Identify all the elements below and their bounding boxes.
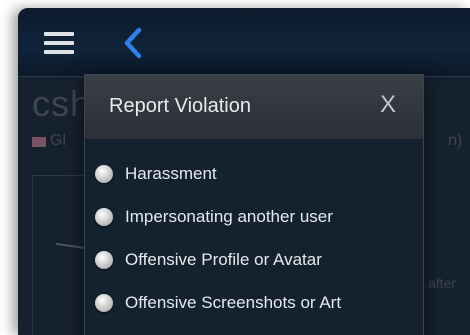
option-offensive-screenshots[interactable]: Offensive Screenshots or Art (95, 288, 405, 318)
flag-icon (32, 137, 46, 147)
chevron-left-icon[interactable] (122, 26, 144, 60)
option-label: Impersonating another user (125, 207, 333, 226)
profile-text: after (428, 275, 457, 291)
option-label: Offensive Profile or Avatar (125, 250, 322, 269)
dialog-header: Report Violation X (85, 75, 423, 140)
violation-options-list: Harassment Impersonating another user Of… (85, 139, 423, 335)
radio-button[interactable] (95, 208, 113, 226)
radio-button[interactable] (95, 294, 113, 312)
option-offensive-profile[interactable]: Offensive Profile or Avatar (95, 245, 405, 275)
hamburger-menu-icon[interactable] (44, 32, 74, 54)
dialog-title: Report Violation (109, 95, 251, 117)
radio-button[interactable] (95, 165, 113, 183)
profile-country: Gl (50, 132, 66, 149)
option-impersonating[interactable]: Impersonating another user (95, 202, 405, 232)
close-icon[interactable]: X (375, 91, 401, 119)
radio-button[interactable] (95, 251, 113, 269)
top-bar (18, 8, 470, 77)
option-label: Offensive Screenshots or Art (125, 293, 342, 312)
profile-username: csh (32, 83, 92, 124)
profile-meta: n) (448, 132, 463, 149)
report-violation-dialog: Report Violation X Harassment Impersonat… (84, 74, 424, 335)
option-label: Harassment (125, 164, 217, 183)
app-window: csh Gl n) after Report Violation X Haras… (18, 8, 470, 335)
option-harassment[interactable]: Harassment (95, 159, 405, 189)
